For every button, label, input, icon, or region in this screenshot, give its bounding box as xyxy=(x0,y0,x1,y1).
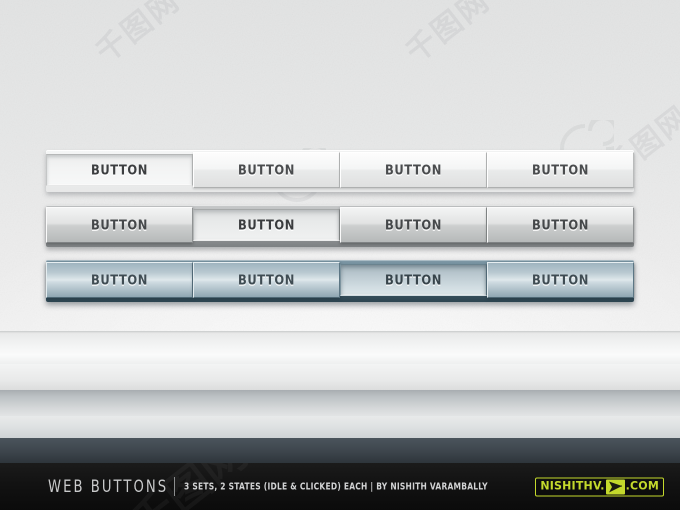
button-label: BUTTON xyxy=(237,271,296,289)
button-label: BUTTON xyxy=(531,271,590,289)
button-white-4[interactable]: BUTTON xyxy=(487,152,634,188)
button-label: BUTTON xyxy=(531,216,590,234)
button-label: BUTTON xyxy=(531,161,590,179)
shelf-face-mid xyxy=(0,364,680,390)
screenshot-canvas: 千图网 千图网 千图网 BUTTON BUTTON BUTTON xyxy=(0,0,680,510)
button-blue-3[interactable]: BUTTON xyxy=(340,264,487,296)
button-white-2[interactable]: BUTTON xyxy=(193,152,340,188)
button-set-blue-steel: BUTTON BUTTON BUTTON BUTTON xyxy=(46,260,634,302)
footer-title: WEB BUTTONS xyxy=(48,476,169,497)
button-label: BUTTON xyxy=(384,271,443,289)
button-grey-2[interactable]: BUTTON xyxy=(193,209,340,241)
shelf-face-upper xyxy=(0,334,680,364)
footer-divider xyxy=(173,477,175,496)
brand-prefix: NISHITHV. xyxy=(540,478,605,493)
button-grey-1[interactable]: BUTTON xyxy=(46,207,193,243)
button-row: BUTTON BUTTON BUTTON BUTTON xyxy=(46,205,634,247)
button-set-white: BUTTON BUTTON BUTTON BUTTON xyxy=(46,150,634,192)
button-grey-4[interactable]: BUTTON xyxy=(487,207,634,243)
shelf-base-dark xyxy=(0,438,680,463)
button-white-3[interactable]: BUTTON xyxy=(340,152,487,188)
footer-bar: 千图网 WEB BUTTONS 3 SETS, 2 STATES (IDLE &… xyxy=(0,463,680,510)
button-label: BUTTON xyxy=(90,271,149,289)
button-grey-3[interactable]: BUTTON xyxy=(340,207,487,243)
button-label: BUTTON xyxy=(384,216,443,234)
button-label: BUTTON xyxy=(90,216,149,234)
button-label: BUTTON xyxy=(384,161,443,179)
button-label: BUTTON xyxy=(237,161,296,179)
button-row: BUTTON BUTTON BUTTON BUTTON xyxy=(46,150,634,192)
button-label: BUTTON xyxy=(237,216,296,234)
brand-suffix: .COM xyxy=(625,478,659,493)
shelf-shadow-slab xyxy=(0,390,680,416)
button-blue-1[interactable]: BUTTON xyxy=(46,262,193,298)
button-white-1[interactable]: BUTTON xyxy=(46,154,193,186)
paper-plane-icon xyxy=(605,479,625,494)
footer-subtitle: 3 SETS, 2 STATES (IDLE & CLICKED) EACH |… xyxy=(183,480,488,493)
button-blue-2[interactable]: BUTTON xyxy=(193,262,340,298)
button-label: BUTTON xyxy=(90,161,149,179)
button-row: BUTTON BUTTON BUTTON BUTTON xyxy=(46,260,634,302)
brand-logo[interactable]: NISHITHV. .COM xyxy=(535,477,664,496)
button-blue-4[interactable]: BUTTON xyxy=(487,262,634,298)
button-set-grey: BUTTON BUTTON BUTTON BUTTON xyxy=(46,205,634,247)
shelf-ledge xyxy=(0,416,680,438)
